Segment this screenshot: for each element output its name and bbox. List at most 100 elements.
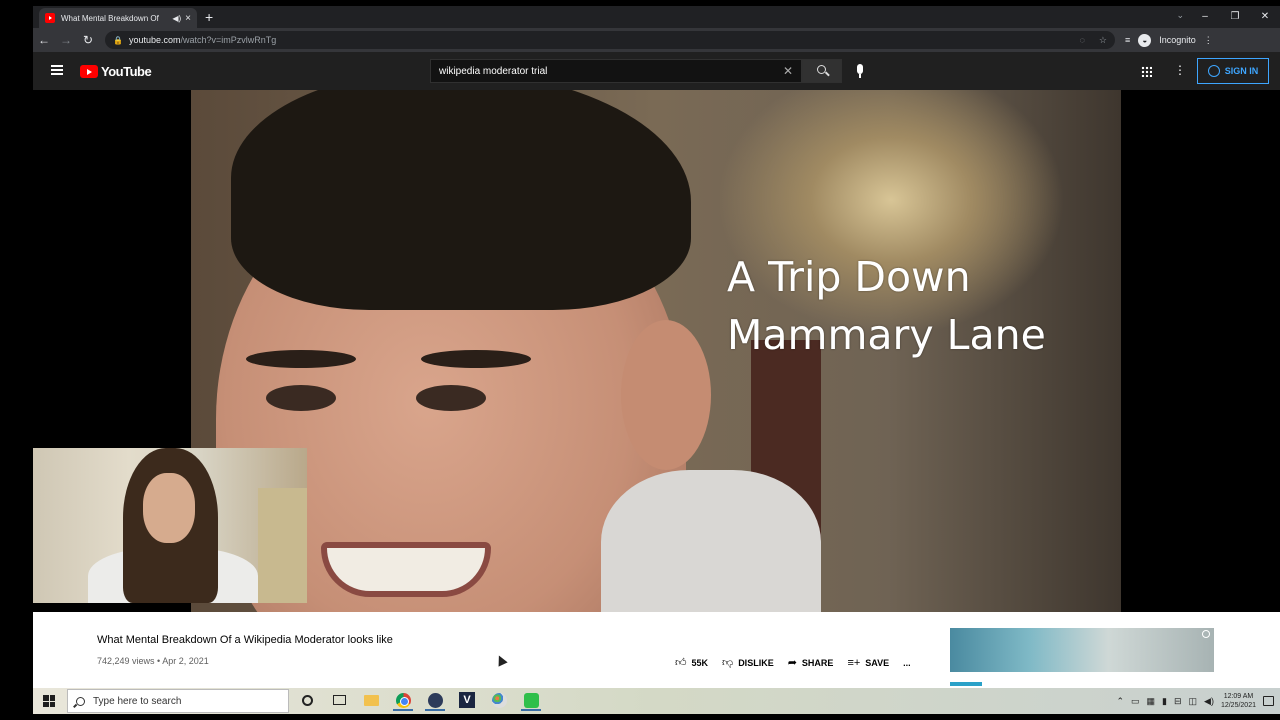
overlay-line-2: Mammary Lane <box>727 311 1046 359</box>
save-button[interactable]: ≡+ SAVE <box>847 657 889 669</box>
more-actions-button[interactable]: ... <box>903 658 911 668</box>
tray-chevron-icon[interactable]: ⌃ <box>1116 696 1124 707</box>
dislike-button[interactable]: 👎︎ DISLIKE <box>722 656 774 669</box>
browser-tab[interactable]: What Mental Breakdown Of ◀) × <box>39 8 197 28</box>
obs-button[interactable] <box>425 691 445 711</box>
tray-device-icon[interactable]: ▭ <box>1131 696 1140 707</box>
ad-info-icon[interactable] <box>1202 630 1210 638</box>
tray-network-icon[interactable]: ⊟ <box>1174 696 1182 707</box>
like-button[interactable]: 👍︎ 55K <box>675 656 708 669</box>
windows-taskbar: Type here to search V ⌃ ▭ ▦ ▮ ⊟ ◫ ◀) 12:… <box>33 688 1280 714</box>
sign-in-label: SIGN IN <box>1224 66 1259 76</box>
notification-center-icon[interactable] <box>1263 696 1274 706</box>
reading-list-icon[interactable]: ≡ <box>1125 35 1130 45</box>
webcam-overlay <box>33 448 307 603</box>
windows-start-icon[interactable] <box>43 695 55 707</box>
tray-camera-icon[interactable]: ◫ <box>1189 696 1198 707</box>
video-actions: 👍︎ 55K 👎︎ DISLIKE ➦ SHARE ≡+ SAVE ... <box>675 656 911 670</box>
paint-button[interactable] <box>489 691 509 711</box>
video-person-hoodie <box>601 470 821 612</box>
green-app-button[interactable] <box>521 691 541 711</box>
overlay-line-1: A Trip Down <box>727 253 971 301</box>
like-count: 55K <box>691 657 709 668</box>
search-icon <box>76 696 85 706</box>
dislike-label: DISLIKE <box>738 657 774 668</box>
speaker-icon[interactable]: ◀) <box>172 14 181 23</box>
cortana-icon <box>301 694 313 706</box>
chrome-button[interactable] <box>393 691 413 711</box>
minimize-icon[interactable]: – <box>1190 6 1220 28</box>
taskbar-search-input[interactable]: Type here to search <box>67 689 289 713</box>
menu-kebab-icon[interactable]: ⋮ <box>1204 35 1213 46</box>
search-input[interactable]: wikipedia moderator trial ✕ <box>430 59 802 83</box>
cortana-button[interactable] <box>297 691 317 711</box>
tab-strip: What Mental Breakdown Of ◀) × + ⌄ – ❐ ✕ <box>33 6 1280 28</box>
tray-mic-icon[interactable]: ▮ <box>1162 696 1167 707</box>
sign-in-button[interactable]: SIGN IN <box>1197 58 1269 84</box>
reload-icon[interactable]: ↻ <box>77 33 99 47</box>
thumbs-up-icon: 👍︎ <box>675 657 687 669</box>
taskbar-apps: V <box>297 691 541 711</box>
back-icon[interactable]: ← <box>33 33 55 47</box>
vegas-button[interactable]: V <box>457 691 477 711</box>
ad-thumbnail[interactable] <box>950 628 1214 672</box>
url-path: /watch?v=imPzvlwRnTg <box>180 35 277 45</box>
video-views-date: 742,249 views • Apr 2, 2021 <box>97 656 209 666</box>
lock-icon[interactable]: 🔒 <box>113 36 123 45</box>
ad-brand-bar <box>950 682 982 686</box>
hamburger-menu-icon[interactable] <box>51 65 63 75</box>
webcam-background-door <box>258 488 307 603</box>
profile-label[interactable]: Incognito <box>1159 35 1196 45</box>
microphone-icon[interactable] <box>857 64 863 78</box>
search-query: wikipedia moderator trial <box>439 65 548 77</box>
toolbar-right: ≡ ◒ Incognito ⋮ <box>1125 33 1213 47</box>
settings-kebab-icon[interactable]: ⋮ <box>1174 63 1186 77</box>
vegas-v-icon: V <box>459 692 475 708</box>
eye-off-icon[interactable]: ◌ <box>1080 35 1085 46</box>
youtube-play-icon <box>80 65 98 78</box>
maximize-icon[interactable]: ❐ <box>1220 6 1250 28</box>
video-info-panel: What Mental Breakdown Of a Wikipedia Mod… <box>33 612 1280 688</box>
tray-folder-icon[interactable]: ▦ <box>1147 696 1156 707</box>
more-actions-label: ... <box>903 657 911 668</box>
clock-date: 12/25/2021 <box>1220 702 1256 709</box>
user-circle-icon <box>1207 65 1220 77</box>
webcam-person-face <box>143 473 195 543</box>
browser-toolbar: ← → ↻ 🔒 youtube.com/watch?v=imPzvlwRnTg … <box>33 28 1280 52</box>
tray-volume-icon[interactable]: ◀) <box>1204 696 1214 707</box>
file-explorer-button[interactable] <box>361 691 381 711</box>
share-arrow-icon: ➦ <box>787 657 797 669</box>
tab-search-chevron-icon[interactable]: ⌄ <box>1176 10 1184 21</box>
share-button[interactable]: ➦ SHARE <box>788 656 834 669</box>
share-label: SHARE <box>801 657 834 668</box>
taskbar-clock[interactable]: 12:09 AM 12/25/2021 <box>1221 692 1256 710</box>
forward-icon[interactable]: → <box>55 33 77 47</box>
omnibox-icons: ◌ ☆ <box>1080 35 1107 46</box>
close-window-icon[interactable]: ✕ <box>1250 6 1280 28</box>
task-view-icon <box>332 695 346 705</box>
browser-window: What Mental Breakdown Of ◀) × + ⌄ – ❐ ✕ … <box>33 6 1280 688</box>
video-player[interactable]: A Trip Down Mammary Lane <box>191 90 1121 612</box>
system-tray: ⌃ ▭ ▦ ▮ ⊟ ◫ ◀) 12:09 AM 12/25/2021 <box>1116 688 1274 714</box>
search-icon <box>817 65 826 74</box>
incognito-icon[interactable]: ◒ <box>1138 33 1152 47</box>
youtube-wordmark: YouTube <box>101 64 152 79</box>
task-view-button[interactable] <box>329 691 349 711</box>
folder-icon <box>363 694 379 706</box>
apps-grid-icon[interactable] <box>1141 66 1152 77</box>
star-icon[interactable]: ☆ <box>1099 35 1107 46</box>
youtube-favicon-icon <box>45 13 55 23</box>
video-person-brow-right <box>421 350 531 368</box>
new-tab-button[interactable]: + <box>205 9 213 25</box>
obs-icon <box>427 692 443 708</box>
close-tab-icon[interactable]: × <box>185 13 191 24</box>
thumbs-down-icon: 👎︎ <box>722 657 734 669</box>
video-person-brow-left <box>246 350 356 368</box>
tab-title: What Mental Breakdown Of <box>61 13 159 23</box>
chrome-icon <box>395 692 411 708</box>
address-bar[interactable]: 🔒 youtube.com/watch?v=imPzvlwRnTg ◌ ☆ <box>105 31 1115 49</box>
search-button[interactable] <box>802 59 842 83</box>
video-person-ear <box>621 320 711 470</box>
clear-search-icon[interactable]: ✕ <box>783 64 793 78</box>
youtube-logo[interactable]: YouTube <box>80 64 152 79</box>
